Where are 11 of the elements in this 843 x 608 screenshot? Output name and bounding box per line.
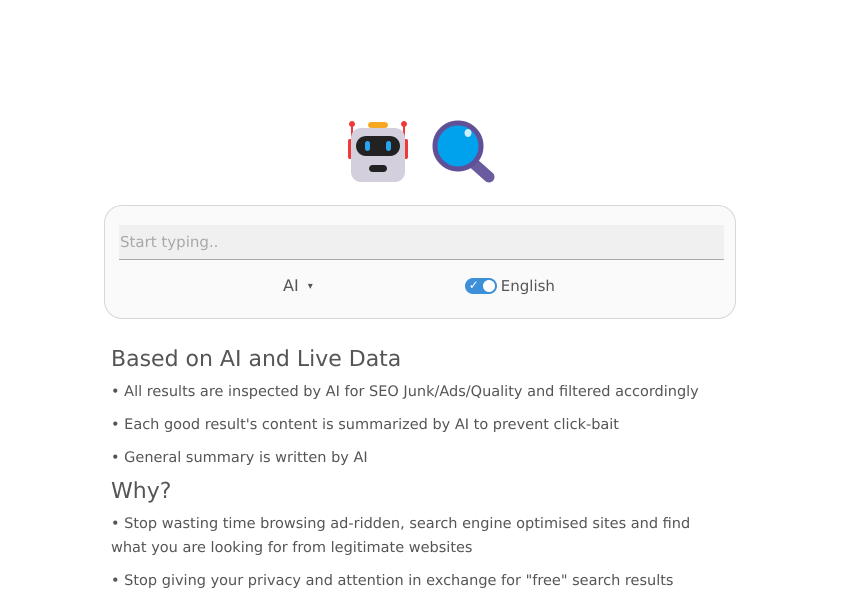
bullet-text: • General summary is written by AI <box>111 449 369 468</box>
magnifier-icon <box>430 119 494 183</box>
robot-icon <box>346 119 408 183</box>
bullet-text: • Each good result's content is summarized by AI to prevent click-bait <box>111 416 620 435</box>
section-heading: Why? <box>111 479 172 504</box>
bullet-text: • Stop giving your privacy and attention in exchange for "free" search results <box>111 572 674 591</box>
bullet-text: • Stop wasting time browsing ad-ridden, search engine optimised sites and find what you are looking for from legitimate websites <box>111 515 692 558</box>
language-label: English <box>500 276 555 294</box>
section-heading: Based on AI and Live Data <box>111 347 402 372</box>
search-field[interactable]: Start typing.. <box>119 225 724 260</box>
bullet-text: • All results are inspected by AI for SEO Junk/Ads/Quality and filtered accordingly <box>111 383 700 402</box>
